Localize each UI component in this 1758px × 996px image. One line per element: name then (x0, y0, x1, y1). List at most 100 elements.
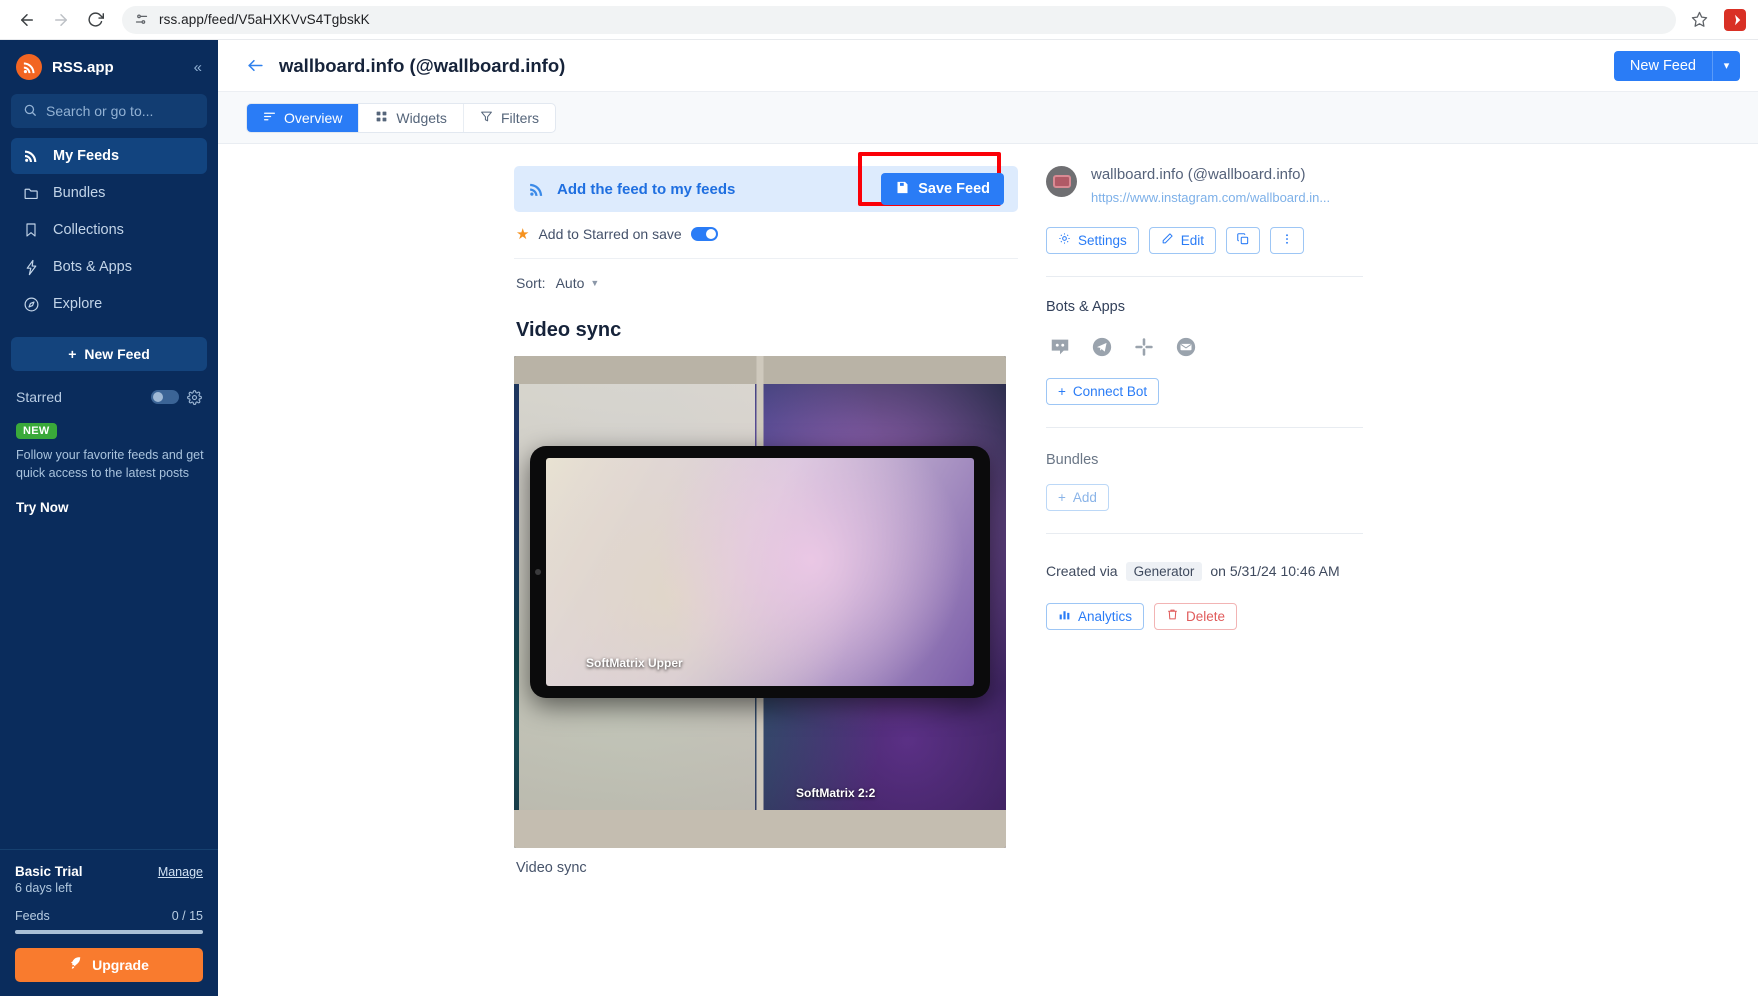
promo-block: NEW Follow your favorite feeds and get q… (16, 421, 204, 515)
save-feed-label: Save Feed (918, 181, 990, 197)
sidebar-item-explore[interactable]: Explore (11, 286, 207, 322)
app-root: RSS.app « Search or go to... My Feeds Bu… (0, 40, 1758, 996)
sidebar-search-placeholder: Search or go to... (46, 103, 154, 119)
copy-button[interactable] (1226, 226, 1261, 254)
trash-icon (1166, 608, 1179, 624)
back-icon[interactable] (246, 56, 265, 75)
new-feed-dropdown-icon[interactable]: ▾ (1712, 50, 1740, 81)
upgrade-button[interactable]: Upgrade (15, 948, 203, 982)
bookmark-star-icon[interactable] (1686, 11, 1712, 28)
page-title: wallboard.info (@wallboard.info) (279, 54, 566, 76)
bookmark-icon (22, 222, 40, 238)
gear-icon[interactable] (187, 389, 202, 405)
created-source-chip: Generator (1125, 561, 1203, 581)
plus-icon: + (68, 346, 77, 362)
sidebar: RSS.app « Search or go to... My Feeds Bu… (0, 40, 218, 996)
email-icon[interactable] (1172, 333, 1200, 361)
sidebar-new-feed-button[interactable]: + New Feed (11, 337, 207, 371)
browser-forward-button[interactable] (46, 5, 76, 35)
media-caption-lower: SoftMatrix 2:2 (796, 786, 876, 800)
edit-label: Edit (1180, 232, 1205, 248)
browser-back-button[interactable] (12, 5, 42, 35)
feed-column: Add the feed to my feeds Save Feed ★ Add… (514, 152, 1018, 996)
tabs: Overview Widgets Filters (246, 102, 557, 133)
starred-toggle[interactable] (151, 390, 179, 404)
post-caption: Video sync (516, 860, 587, 876)
post-media[interactable]: SoftMatrix Upper SoftMatrix 2:2 (514, 356, 1006, 848)
browser-profile-avatar[interactable] (1724, 8, 1746, 31)
folder-icon (22, 185, 40, 202)
pencil-icon (1161, 232, 1174, 248)
rss-logo-icon (16, 54, 42, 80)
save-icon (895, 180, 910, 199)
save-feed-wrapper: Save Feed (858, 152, 1004, 206)
brand[interactable]: RSS.app « (0, 40, 218, 90)
telegram-icon[interactable] (1088, 333, 1116, 361)
sort-row: Sort: Auto ▼ (514, 259, 1018, 291)
edit-button[interactable]: Edit (1148, 226, 1217, 254)
created-info: Created via Generator on 5/31/24 10:46 A… (1046, 561, 1363, 581)
sidebar-item-label: Bots & Apps (53, 259, 132, 275)
avatar (1046, 166, 1077, 197)
chart-icon (1058, 608, 1071, 624)
sidebar-item-collections[interactable]: Collections (11, 212, 207, 248)
manage-link[interactable]: Manage (158, 865, 203, 879)
save-feed-button[interactable]: Save Feed (881, 173, 1004, 205)
discord-icon[interactable] (1046, 333, 1074, 361)
upgrade-label: Upgrade (92, 957, 149, 973)
add-bundle-label: Add (1072, 489, 1097, 505)
funnel-icon (480, 110, 493, 126)
add-feed-text: Add the feed to my feeds (557, 180, 736, 198)
search-icon (23, 103, 37, 120)
chevron-down-icon: ▼ (590, 278, 600, 288)
feeds-count: 0 / 15 (171, 909, 203, 923)
connect-bot-button[interactable]: + Connect Bot (1046, 377, 1160, 405)
tab-label: Overview (284, 109, 343, 126)
tab-widgets[interactable]: Widgets (359, 103, 464, 132)
try-now-link[interactable]: Try Now (16, 500, 204, 515)
site-settings-icon[interactable] (134, 12, 149, 27)
feed-action-buttons: Settings Edit (1046, 226, 1363, 254)
sidebar-plan-section: Basic Trial Manage 6 days left Feeds 0 /… (0, 849, 218, 996)
feeds-label: Feeds (15, 909, 50, 923)
collapse-sidebar-icon[interactable]: « (194, 59, 204, 76)
avatar-inner-shape (1052, 175, 1071, 188)
tab-label: Widgets (396, 109, 447, 126)
add-bundle-row: + Add (1046, 483, 1363, 511)
browser-address-bar[interactable]: rss.app/feed/V5aHXKVvS4TgbskK (122, 5, 1676, 34)
sidebar-item-my-feeds[interactable]: My Feeds (11, 138, 207, 174)
add-bundle-button[interactable]: + Add (1046, 483, 1109, 511)
tab-filters[interactable]: Filters (464, 104, 555, 132)
page-header: wallboard.info (@wallboard.info) New Fee… (218, 40, 1758, 92)
feed-identity: wallboard.info (@wallboard.info) https:/… (1046, 166, 1363, 205)
promo-text: Follow your favorite feeds and get quick… (16, 448, 204, 481)
divider (1046, 426, 1363, 428)
plan-days-left: 6 days left (15, 881, 72, 895)
sidebar-item-bundles[interactable]: Bundles (11, 175, 207, 211)
rss-icon (22, 148, 40, 164)
tablet-screen (546, 458, 974, 686)
sidebar-new-feed-label: New Feed (84, 346, 150, 362)
sidebar-item-label: Collections (53, 222, 124, 238)
slack-icon[interactable] (1130, 333, 1158, 361)
sidebar-search-input[interactable]: Search or go to... (11, 94, 207, 128)
tab-overview[interactable]: Overview (247, 103, 360, 132)
new-feed-button[interactable]: New Feed (1613, 50, 1712, 81)
analytics-button[interactable]: Analytics (1046, 602, 1145, 630)
compass-icon (22, 296, 40, 313)
delete-button[interactable]: Delete (1154, 602, 1238, 630)
star-icon: ★ (516, 226, 530, 243)
sort-select[interactable]: Auto ▼ (556, 275, 600, 291)
add-to-starred-toggle[interactable] (690, 227, 718, 241)
analytics-label: Analytics (1078, 608, 1133, 624)
more-options-button[interactable] (1270, 226, 1305, 254)
settings-button[interactable]: Settings (1046, 226, 1139, 254)
browser-reload-button[interactable] (80, 5, 110, 35)
add-to-starred-row: ★ Add to Starred on save (514, 212, 1018, 259)
sidebar-item-bots-apps[interactable]: Bots & Apps (11, 249, 207, 285)
connect-bot-row: + Connect Bot (1046, 377, 1363, 405)
tablet-camera-dot (535, 569, 541, 575)
starred-row: Starred (11, 389, 207, 405)
plan-name: Basic Trial (15, 864, 83, 879)
feed-url[interactable]: https://www.instagram.com/wallboard.in..… (1091, 190, 1330, 205)
